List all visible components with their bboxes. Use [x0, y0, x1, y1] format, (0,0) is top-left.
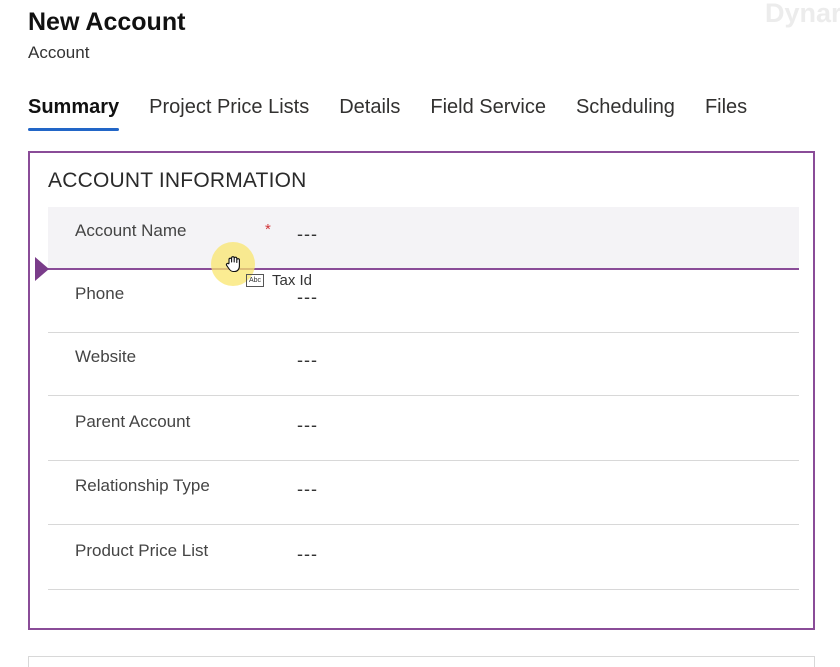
form-page: New Account Account Dynar Summary Projec…: [0, 0, 840, 667]
phone-input[interactable]: ---: [297, 287, 318, 308]
dragged-field-label: Tax Id: [272, 272, 313, 289]
next-section: [28, 656, 815, 667]
tab-files[interactable]: Files: [705, 96, 747, 127]
record-title: New Account: [28, 8, 186, 36]
field-row-product-price-list[interactable]: Product Price List ---: [48, 527, 799, 590]
field-row-website[interactable]: Website ---: [48, 333, 799, 396]
entity-name: Account: [28, 43, 90, 62]
field-label: Product Price List: [75, 541, 209, 560]
tab-details[interactable]: Details: [339, 96, 400, 127]
website-input[interactable]: ---: [297, 350, 318, 371]
relationship-type-select[interactable]: ---: [297, 479, 318, 500]
account-name-input[interactable]: ---: [297, 224, 318, 245]
dragged-field-chip[interactable]: Abc Tax Id: [246, 272, 312, 289]
tab-project-price-lists[interactable]: Project Price Lists: [149, 96, 309, 127]
field-label: Account Name: [75, 221, 187, 240]
required-indicator: *: [265, 221, 271, 238]
grab-hand-icon: [225, 256, 240, 273]
field-row-account-name[interactable]: Account Name * ---: [48, 207, 799, 270]
drop-position-marker-icon: [35, 257, 49, 281]
field-label: Website: [75, 347, 137, 366]
brand-watermark: Dynar: [765, 0, 840, 28]
parent-account-input[interactable]: ---: [297, 415, 318, 436]
field-row-parent-account[interactable]: Parent Account ---: [48, 398, 799, 461]
text-field-icon: Abc: [246, 274, 264, 287]
section-title: ACCOUNT INFORMATION: [48, 169, 307, 192]
field-row-relationship-type[interactable]: Relationship Type ---: [48, 462, 799, 525]
product-price-list-input[interactable]: ---: [297, 544, 318, 565]
field-row-phone[interactable]: Phone ---: [48, 270, 799, 333]
tab-scheduling[interactable]: Scheduling: [576, 96, 675, 127]
tab-field-service[interactable]: Field Service: [430, 96, 546, 127]
field-label: Parent Account: [75, 412, 191, 431]
field-label: Relationship Type: [75, 476, 210, 495]
tab-summary[interactable]: Summary: [28, 96, 120, 131]
field-label: Phone: [75, 284, 125, 303]
form-tabs: Summary Project Price Lists Details Fiel…: [28, 96, 777, 131]
account-information-section[interactable]: ACCOUNT INFORMATION Account Name * --- P…: [28, 151, 815, 630]
